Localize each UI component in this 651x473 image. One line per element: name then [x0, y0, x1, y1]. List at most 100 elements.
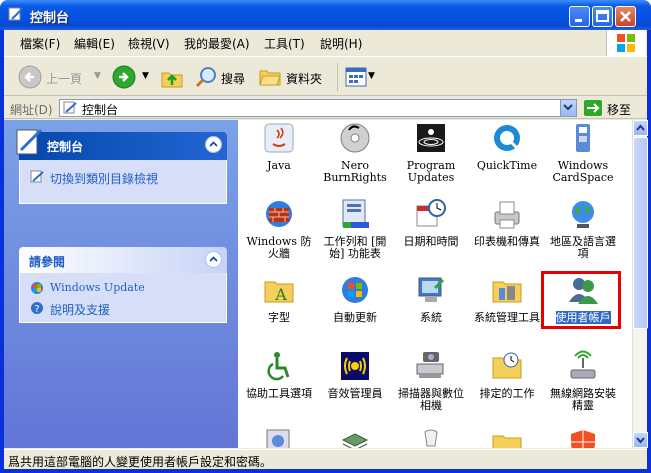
panel1-title: 控制台 — [47, 140, 84, 154]
vertical-scrollbar[interactable] — [632, 120, 648, 448]
panel2-body: Windows Update ? 說明及支援 — [19, 273, 227, 323]
scroll-up-button[interactable] — [633, 120, 648, 136]
folders-button[interactable]: 資料夾 — [258, 65, 322, 92]
control-panel-large-icon — [16, 128, 43, 155]
partial-item-icon[interactable] — [567, 426, 599, 448]
item-admin-tools[interactable]: 系統管理工具 — [473, 274, 541, 324]
up-folder-icon[interactable] — [160, 65, 184, 89]
back-label: 上一頁 — [46, 72, 83, 86]
go-arrow-icon[interactable] — [584, 100, 602, 116]
item-sound-manager[interactable]: 音效管理員 — [321, 350, 389, 400]
search-button[interactable]: 搜尋 — [194, 65, 245, 92]
windows-update-link[interactable]: Windows Update — [50, 281, 145, 294]
forward-dropdown-icon[interactable]: ▼ — [142, 71, 149, 81]
menu-help[interactable]: 說明(H) — [320, 35, 362, 52]
windows-flag-icon — [617, 34, 635, 52]
minimize-button[interactable] — [569, 6, 590, 27]
item-label: 掃描器與數位相機 — [398, 387, 464, 412]
item-regional[interactable]: 地區及語言選項 — [549, 198, 617, 260]
menu-tools[interactable]: 工具(T) — [264, 35, 305, 52]
item-java[interactable]: Java — [245, 122, 313, 172]
partial-item-icon[interactable] — [491, 426, 523, 448]
folders-icon — [259, 70, 281, 86]
fonts-folder-icon: A — [264, 281, 294, 304]
title-bar[interactable]: 控制台 — [0, 0, 651, 30]
partial-item-icon[interactable] — [415, 426, 447, 448]
item-wireless-wizard[interactable]: 無線網路安裝精靈 — [549, 350, 617, 412]
address-input[interactable]: 控制台 — [59, 99, 577, 117]
control-panel-panel-header[interactable]: 控制台 — [16, 128, 227, 160]
window-title: 控制台 — [30, 11, 70, 26]
taskbar-start-menu-icon — [342, 199, 369, 228]
help-support-link[interactable]: 說明及支援 — [50, 301, 110, 318]
switch-category-view-link[interactable]: 切換到類別目錄檢視 — [50, 170, 158, 187]
item-scheduled-tasks[interactable]: 排定的工作 — [473, 350, 541, 400]
see-also-panel-header[interactable]: 請參閱 — [19, 247, 227, 273]
item-datetime[interactable]: 日期和時間 — [397, 198, 465, 248]
scroll-thumb[interactable] — [633, 137, 648, 329]
address-dropdown-button[interactable] — [560, 100, 576, 116]
collapse-icon[interactable] — [205, 136, 222, 153]
scanner-camera-icon — [416, 352, 444, 378]
forward-arrow-icon[interactable] — [112, 65, 136, 89]
item-label: 排定的工作 — [479, 387, 535, 400]
item-auto-update[interactable]: 自動更新 — [321, 274, 389, 324]
close-button[interactable] — [615, 6, 636, 27]
windows-logo — [606, 30, 646, 56]
chevron-down-icon — [563, 104, 573, 111]
item-label: Windows 防火牆 — [246, 235, 312, 260]
control-panel-small-icon — [63, 101, 77, 114]
wireless-network-icon — [570, 350, 596, 379]
item-label: 工作列和 [開始] 功能表 — [323, 235, 387, 260]
item-cardspace[interactable]: Windows CardSpace — [549, 122, 617, 184]
item-program-updates[interactable]: Program Updates — [397, 122, 465, 184]
item-label: 印表機和傳真 — [474, 235, 540, 248]
menu-edit[interactable]: 編輯(E) — [74, 35, 115, 52]
item-quicktime[interactable]: QuickTime — [473, 122, 541, 172]
item-nero[interactable]: Nero BurnRights — [321, 122, 389, 184]
item-firewall[interactable]: Windows 防火牆 — [245, 198, 313, 260]
back-dropdown-icon[interactable]: ▼ — [94, 71, 101, 81]
chevron-down-icon — [636, 437, 645, 444]
address-bar: 網址(D) 控制台 移至 — [4, 97, 647, 119]
accessibility-icon — [267, 352, 290, 381]
svg-text:?: ? — [34, 304, 39, 315]
maximize-button[interactable] — [592, 6, 613, 27]
admin-tools-icon — [492, 281, 522, 303]
back-button[interactable]: 上一頁 — [18, 65, 82, 92]
content-area: 控制台 切換到類別目錄檢視 請參閱 Windows Update ? 說明及支援 — [4, 120, 632, 448]
item-system[interactable]: 系統 — [397, 274, 465, 324]
item-label: 系統 — [420, 311, 442, 324]
item-accessibility[interactable]: 協助工具選項 — [245, 350, 313, 400]
item-printers[interactable]: 印表機和傳真 — [473, 198, 541, 248]
item-label: 字型 — [268, 311, 290, 324]
views-button[interactable]: ▼ — [344, 65, 375, 92]
scroll-down-button[interactable] — [633, 432, 648, 448]
toolbar: 上一頁 ▼ ▼ 搜尋 資料夾 ▼ — [4, 56, 647, 96]
item-label: 協助工具選項 — [246, 387, 312, 400]
menu-view[interactable]: 檢視(V) — [128, 35, 170, 52]
window: 控制台 檔案(F) 編輯(E) 檢視(V) 我的最愛(A) 工具(T) 說明(H… — [0, 0, 651, 473]
partial-item-icon[interactable] — [339, 426, 371, 448]
program-updates-icon — [417, 124, 445, 152]
search-label: 搜尋 — [221, 72, 246, 86]
client-area: 檔案(F) 編輯(E) 檢視(V) 我的最愛(A) 工具(T) 說明(H) 上一… — [4, 30, 648, 469]
menu-favorites[interactable]: 我的最愛(A) — [184, 35, 250, 52]
partial-item-icon[interactable] — [263, 426, 295, 448]
panel2-title: 請參閱 — [29, 255, 66, 269]
menu-file[interactable]: 檔案(F) — [20, 35, 60, 52]
java-icon — [264, 123, 294, 153]
scheduled-tasks-icon — [492, 352, 522, 379]
close-icon — [620, 11, 631, 22]
cardspace-icon — [576, 124, 590, 152]
item-taskbar[interactable]: 工作列和 [開始] 功能表 — [321, 198, 389, 260]
clock-calendar-icon — [416, 199, 446, 227]
collapse-icon[interactable] — [205, 251, 222, 268]
status-text: 爲共用這部電腦的人變更使用者帳戶設定和密碼。 — [8, 455, 273, 469]
selection-highlight-box — [541, 271, 621, 329]
firewall-icon — [266, 201, 292, 227]
item-fonts[interactable]: A 字型 — [245, 274, 313, 324]
go-label[interactable]: 移至 — [607, 101, 631, 118]
item-label: Java — [267, 159, 291, 172]
item-scanners[interactable]: 掃描器與數位相機 — [397, 350, 465, 412]
